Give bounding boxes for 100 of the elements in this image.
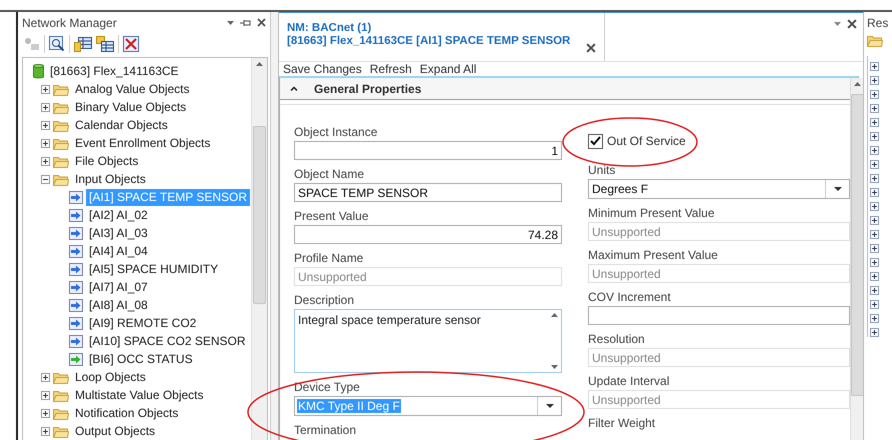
caret-down-icon[interactable] (834, 22, 841, 26)
tree-item[interactable]: [AI8] AI_08 (86, 296, 151, 314)
number-field[interactable]: 74.28 (294, 225, 562, 244)
expand-icon[interactable] (41, 120, 50, 130)
tree-item[interactable]: Notification Objects (72, 404, 182, 422)
toolbar-link[interactable]: Save Changes (280, 62, 365, 76)
tree-item[interactable]: [AI3] AI_03 (86, 224, 151, 242)
search-icon[interactable] (49, 36, 65, 52)
expand-icon[interactable] (870, 188, 879, 197)
expand-icon[interactable] (41, 102, 50, 112)
tree-item[interactable]: Analog Value Objects (72, 80, 193, 98)
field-label: Resolution (588, 332, 646, 348)
section-header[interactable]: General Properties (280, 78, 850, 100)
field-label: Filter Weight (588, 416, 656, 432)
number-field[interactable]: 1 (294, 141, 562, 160)
expand-icon[interactable] (870, 104, 879, 113)
text-area-value: Integral space temperature sensor (298, 313, 481, 329)
collapse-icon[interactable] (41, 174, 50, 184)
checkbox-label: Out Of Service (607, 134, 686, 148)
expand-icon[interactable] (41, 408, 50, 418)
tree-item[interactable]: Input Objects (72, 170, 149, 188)
expand-icon[interactable] (870, 328, 879, 337)
expand-icon[interactable] (870, 160, 879, 169)
readonly-field: Unsupported (588, 348, 850, 367)
arrow-icon (69, 190, 83, 204)
tree-item[interactable]: [AI5] SPACE HUMIDITY (86, 260, 222, 278)
tree-item[interactable]: Multistate Value Objects (72, 386, 207, 404)
field-label: Object Instance (294, 125, 378, 141)
caret-down-icon (834, 187, 842, 191)
field-label: Termination (294, 423, 358, 439)
scrollbar-thumb[interactable] (851, 94, 864, 396)
expand-icon[interactable] (870, 76, 879, 85)
delete-icon[interactable] (123, 36, 139, 52)
tree-item[interactable]: Event Enrollment Objects (72, 134, 214, 152)
arrow-icon (69, 262, 83, 276)
tree-item[interactable]: Binary Value Objects (72, 98, 190, 116)
tree-item[interactable]: [AI4] AI_04 (86, 242, 151, 260)
folder-icon (53, 118, 69, 132)
arrow-icon (69, 280, 83, 294)
table-icon[interactable] (96, 36, 114, 52)
expand-icon[interactable] (870, 146, 879, 155)
folder-icon (53, 100, 69, 114)
folder-icon (867, 34, 883, 47)
expand-icon[interactable] (870, 314, 879, 323)
expand-icon[interactable] (870, 244, 879, 253)
checkbox-box[interactable] (588, 134, 603, 148)
tree-item[interactable]: Calendar Objects (72, 116, 171, 134)
arrow-icon (69, 226, 83, 240)
tree-item[interactable]: [81663] Flex_141163CE (47, 62, 182, 80)
caret-down-icon (546, 404, 554, 408)
folder-icon (53, 406, 69, 420)
expand-icon[interactable] (41, 84, 50, 94)
folder-icon (53, 136, 69, 150)
tree-item[interactable]: [AI9] REMOTE CO2 (86, 314, 200, 332)
tree-item[interactable]: Loop Objects (72, 368, 149, 386)
caret-down-icon[interactable] (227, 20, 234, 24)
pin-icon[interactable] (240, 18, 251, 26)
tree-item[interactable]: Output Objects (72, 422, 158, 440)
field-label: COV Increment (588, 290, 672, 306)
toolbar-link[interactable]: Refresh (366, 62, 415, 76)
scrollbar-thumb[interactable] (253, 126, 266, 304)
expand-icon[interactable] (870, 300, 879, 309)
dropdown-field[interactable]: Degrees F (588, 179, 850, 199)
tree-item[interactable]: [AI7] AI_07 (86, 278, 151, 296)
expand-icon[interactable] (870, 62, 879, 71)
tree-item[interactable]: [AI2] AI_02 (86, 206, 151, 224)
expand-icon[interactable] (870, 272, 879, 281)
expand-icon[interactable] (41, 138, 50, 148)
expand-icon[interactable] (870, 216, 879, 225)
expand-icon[interactable] (41, 426, 50, 436)
field-label: Object Name (294, 167, 366, 183)
expand-icon[interactable] (870, 202, 879, 211)
readonly-field: Unsupported (588, 264, 850, 283)
expand-icon[interactable] (41, 372, 50, 382)
text-field[interactable] (588, 306, 850, 325)
database-icon (33, 64, 44, 78)
caret-up-icon (551, 313, 558, 317)
caret-up-icon (256, 62, 263, 66)
expand-icon[interactable] (870, 118, 879, 127)
tree-item[interactable]: [BI6] OCC STATUS (86, 350, 196, 368)
close-icon[interactable] (257, 18, 266, 27)
expand-icon[interactable] (870, 132, 879, 141)
expand-icon[interactable] (870, 174, 879, 183)
expand-icon[interactable] (870, 258, 879, 267)
expand-icon[interactable] (870, 230, 879, 239)
tree-item[interactable]: File Objects (72, 152, 142, 170)
expand-icon[interactable] (870, 286, 879, 295)
expand-icon[interactable] (41, 156, 50, 166)
arrow-icon (69, 244, 83, 258)
toolbar-link[interactable]: Expand All (416, 62, 480, 76)
tree-item[interactable]: [AI10] SPACE CO2 SENSOR (86, 332, 248, 350)
text-field[interactable]: SPACE TEMP SENSOR (294, 183, 562, 202)
expand-icon[interactable] (870, 90, 879, 99)
text-area[interactable]: Integral space temperature sensor (294, 309, 562, 373)
close-icon[interactable] (847, 19, 857, 29)
arrow-icon (69, 298, 83, 312)
checkbox[interactable]: Out Of Service (588, 130, 850, 152)
expand-icon[interactable] (41, 390, 50, 400)
readonly-field: Unsupported (588, 390, 850, 409)
table-icon[interactable] (74, 36, 92, 52)
